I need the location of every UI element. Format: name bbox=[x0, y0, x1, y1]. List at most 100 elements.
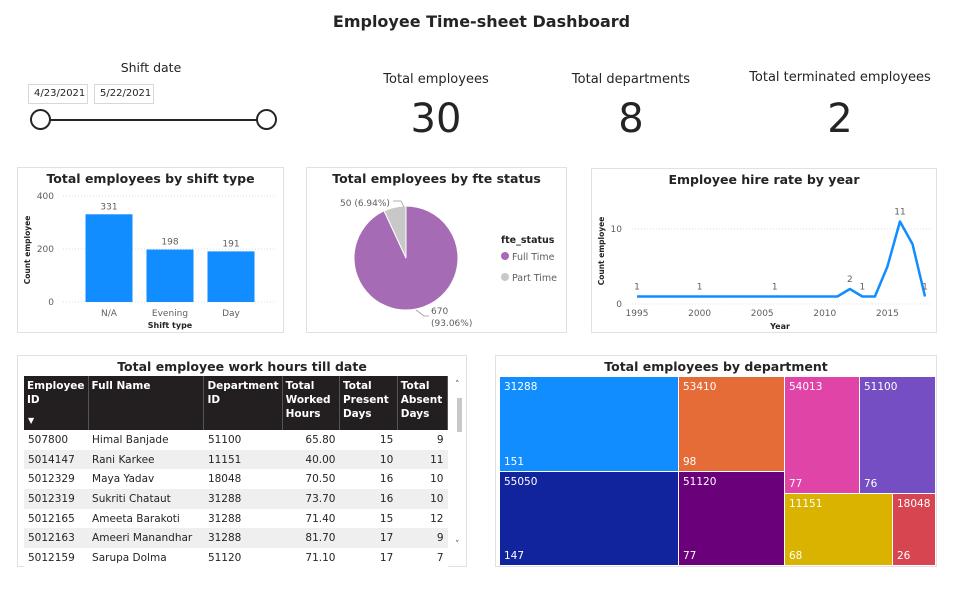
treemap-cell[interactable]: 11151 68 bbox=[785, 494, 892, 565]
treemap-cell[interactable]: 51120 77 bbox=[679, 472, 784, 565]
bar-data-label: 198 bbox=[161, 238, 178, 248]
column-header-label: Department ID bbox=[207, 380, 279, 406]
scrollbar-thumb[interactable] bbox=[457, 398, 462, 432]
treemap-value-label: 26 bbox=[897, 550, 911, 562]
treemap-cell[interactable]: 51100 76 bbox=[860, 377, 935, 493]
table-cell: Himal Banjade bbox=[88, 430, 204, 450]
card-label: Total employees bbox=[383, 72, 489, 87]
column-header-label: Full Name bbox=[91, 380, 151, 392]
x-tick-label: Evening bbox=[152, 309, 188, 319]
line-data-label: 2 bbox=[847, 275, 853, 285]
card-value: 2 bbox=[827, 96, 853, 142]
table-cell: 507800 bbox=[24, 430, 89, 450]
pie-data-label: 50 (6.94%) bbox=[340, 199, 390, 209]
table-cell: 16 bbox=[339, 489, 398, 509]
hire-rate-chart-panel: Employee hire rate by year 10 0 1995 2000 20… bbox=[591, 168, 937, 333]
treemap-value-label: 77 bbox=[683, 550, 697, 562]
x-tick-label: 2015 bbox=[876, 309, 899, 319]
table-row[interactable]: 5014147 Rani Karkee 11151 40.00 10 11 bbox=[24, 449, 448, 470]
table-cell: 70.50 bbox=[282, 469, 340, 490]
table-row[interactable]: 5012163 Ameeri Manandhar 31288 81.70 17 9 bbox=[24, 528, 448, 549]
treemap-cell[interactable]: 31288 151 bbox=[500, 377, 678, 471]
table-title: Total employee work hours till date bbox=[117, 359, 367, 374]
card-label: Total departments bbox=[571, 72, 691, 87]
scroll-down-icon[interactable]: ˅ bbox=[455, 540, 460, 550]
table-row[interactable]: 5012329 Maya Yadav 18048 70.50 16 10 bbox=[24, 469, 448, 490]
table-cell: 73.70 bbox=[282, 489, 340, 509]
table-row[interactable]: 5012165 Ameeta Barakoti 31288 71.40 15 12 bbox=[24, 508, 448, 529]
sort-desc-icon[interactable]: ▼ bbox=[28, 414, 34, 428]
y-tick-label: 0 bbox=[48, 298, 54, 308]
card-label: Total terminated employees bbox=[749, 70, 931, 85]
bar bbox=[85, 214, 133, 302]
start-date-input[interactable]: 4/23/2021 bbox=[28, 84, 88, 104]
treemap-category-label: 51100 bbox=[864, 381, 898, 393]
table-row[interactable]: 5012159 Sarupa Dolma 51120 71.10 17 7 bbox=[24, 548, 448, 568]
table-cell: 11151 bbox=[203, 449, 283, 470]
table-cell: 31288 bbox=[203, 489, 283, 509]
treemap-cell[interactable]: 53410 98 bbox=[679, 377, 784, 471]
department-treemap: 31288 151 55050 147 53410 98 51120 77 54013 77 511… bbox=[500, 377, 935, 565]
treemap-category-label: 31288 bbox=[504, 381, 538, 393]
pie-data-label-value: 670 bbox=[431, 307, 448, 317]
table-cell: 17 bbox=[339, 528, 398, 549]
series-line bbox=[637, 220, 927, 298]
table-cell: 16 bbox=[339, 469, 398, 490]
column-header-full-name[interactable]: Full Name bbox=[88, 376, 205, 430]
treemap-cell[interactable]: 54013 77 bbox=[785, 377, 859, 493]
column-header-present-days[interactable]: Total Present Days bbox=[339, 376, 398, 430]
y-tick-label: 10 bbox=[611, 225, 623, 235]
column-header-label: Employee ID bbox=[27, 380, 85, 406]
y-tick-label: 400 bbox=[37, 192, 54, 202]
end-date-input[interactable]: 5/22/2021 bbox=[94, 84, 154, 104]
table-cell: 10 bbox=[339, 449, 398, 470]
table-cell: 17 bbox=[339, 548, 398, 568]
slider-end-handle[interactable] bbox=[256, 109, 277, 130]
table-cell: Ameeta Barakoti bbox=[88, 508, 204, 529]
table-cell: 7 bbox=[397, 548, 448, 568]
treemap-cell[interactable]: 55050 147 bbox=[500, 472, 678, 565]
line-data-label: 11 bbox=[894, 208, 905, 218]
x-tick-label: 2005 bbox=[751, 309, 774, 319]
table-cell: 5012165 bbox=[24, 508, 89, 529]
fte-status-pie-chart: 670 (93.06%) 50 (6.94%) fte_status Full Time… bbox=[340, 199, 557, 329]
column-header-worked-hours[interactable]: Total Worked Hours bbox=[282, 376, 340, 430]
fte-status-chart-panel: Total employees by fte status 670 (93.06%… bbox=[306, 167, 567, 333]
column-header-employee-id[interactable]: Employee ID ▼ bbox=[24, 376, 89, 430]
treemap-cell[interactable]: 18048 26 bbox=[893, 494, 935, 565]
treemap-value-label: 147 bbox=[504, 550, 525, 562]
table-cell: 5012159 bbox=[24, 548, 89, 568]
table-cell: 12 bbox=[397, 508, 448, 529]
column-header-label: Total Present Days bbox=[342, 380, 389, 420]
y-tick-label: 200 bbox=[37, 245, 54, 255]
legend-title: fte_status bbox=[501, 235, 555, 246]
column-header-department-id[interactable]: Department ID bbox=[203, 376, 283, 430]
slider-track[interactable] bbox=[40, 119, 266, 121]
scroll-up-icon[interactable]: ˄ bbox=[455, 380, 460, 390]
table-scrollbar[interactable]: ˄ ˅ bbox=[454, 380, 465, 552]
x-tick-label: 2000 bbox=[688, 309, 711, 319]
legend-marker bbox=[501, 273, 509, 281]
treemap-category-label: 54013 bbox=[789, 381, 823, 393]
column-header-label: Total Absent Days bbox=[400, 380, 443, 420]
x-axis-title: Year bbox=[769, 322, 790, 331]
line-data-label: 1 bbox=[634, 283, 640, 293]
shift-type-chart-panel: Total employees by shift type 400 200 0 Cou… bbox=[17, 167, 284, 333]
treemap-category-label: 53410 bbox=[683, 381, 717, 393]
line-data-label: 1 bbox=[772, 283, 778, 293]
table-row[interactable]: 507800 Himal Banjade 51100 65.80 15 9 bbox=[24, 430, 448, 450]
table-cell: Ameeri Manandhar bbox=[88, 528, 204, 549]
slider-start-handle[interactable] bbox=[30, 109, 51, 130]
column-header-absent-days[interactable]: Total Absent Days bbox=[397, 376, 449, 430]
table-row[interactable]: 5012319 Sukriti Chataut 31288 73.70 16 10 bbox=[24, 489, 448, 509]
y-axis-title: Count employee bbox=[597, 217, 606, 286]
hire-rate-line-chart: 10 0 1995 2000 2005 2010 2015 Count employee Yea… bbox=[597, 208, 930, 331]
table-cell: 31288 bbox=[203, 528, 283, 549]
treemap-value-label: 98 bbox=[683, 456, 697, 468]
table-cell: Rani Karkee bbox=[88, 449, 204, 470]
table-cell: 15 bbox=[339, 508, 398, 529]
x-tick-label: N/A bbox=[101, 309, 118, 319]
table-cell: 10 bbox=[397, 469, 448, 490]
table-cell: Sukriti Chataut bbox=[88, 489, 204, 509]
table-cell: Sarupa Dolma bbox=[88, 548, 204, 568]
